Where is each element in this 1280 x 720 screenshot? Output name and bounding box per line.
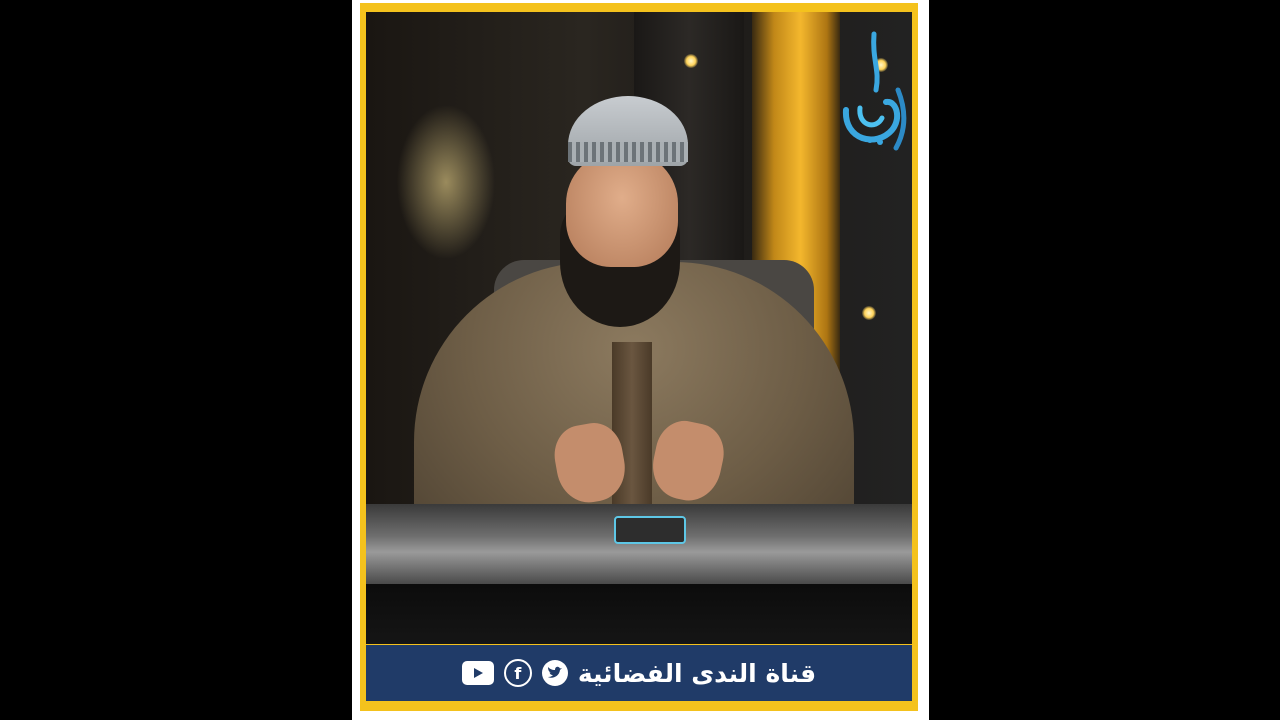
studio-light <box>862 306 876 320</box>
face <box>566 152 678 267</box>
robe-trim <box>612 342 652 522</box>
youtube-icon <box>461 661 494 685</box>
facebook-icon: f <box>503 659 532 687</box>
studio-light <box>684 54 698 68</box>
desk-front <box>366 584 912 644</box>
channel-logo <box>842 31 907 151</box>
cap-pattern <box>568 142 688 162</box>
twitter-icon <box>541 660 568 686</box>
phone <box>614 516 686 544</box>
video-frame <box>366 12 912 644</box>
channel-name: قناة الندى الفضائية <box>577 658 817 688</box>
channel-bar: f قناة الندى الفضائية <box>366 645 912 701</box>
